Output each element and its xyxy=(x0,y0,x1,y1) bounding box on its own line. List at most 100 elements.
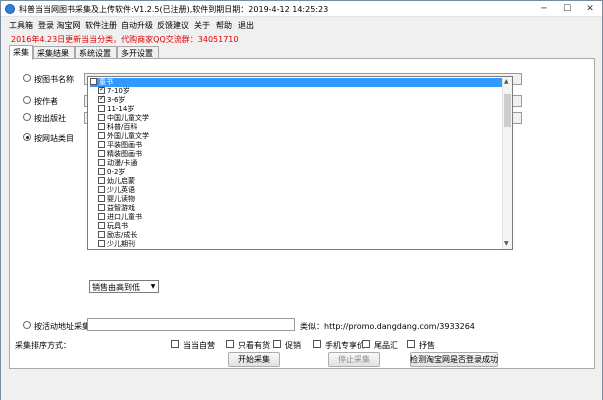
label-tail-goods: 尾品汇 xyxy=(374,341,398,350)
minimize-button[interactable]: ─ xyxy=(533,1,555,17)
category-label: 玩具书 xyxy=(107,222,128,230)
menu-about[interactable]: 关于 xyxy=(194,20,210,31)
category-label: 科普/百科 xyxy=(107,123,138,131)
checkbox-icon[interactable] xyxy=(98,177,105,184)
list-item[interactable]: 外国儿童文学 xyxy=(98,132,510,141)
radio-by-title[interactable] xyxy=(23,74,31,82)
list-item[interactable]: 中国儿童文学 xyxy=(98,114,510,123)
scroll-up-icon[interactable]: ▲ xyxy=(504,78,509,85)
list-item[interactable]: 玩具书 xyxy=(98,222,510,231)
checkbox-icon[interactable] xyxy=(98,204,105,211)
activity-url-input[interactable] xyxy=(87,318,295,331)
scroll-down-icon[interactable]: ▼ xyxy=(504,240,509,247)
list-item[interactable]: 0-2岁 xyxy=(98,168,510,177)
checkbox-tail-goods[interactable] xyxy=(362,340,370,348)
checkbox-icon[interactable] xyxy=(98,213,105,220)
category-label: 精装图画书 xyxy=(107,150,142,158)
menu-login-taobao[interactable]: 登录 淘宝网 xyxy=(38,20,81,31)
checkbox-sell[interactable] xyxy=(407,340,415,348)
label-in-stock: 只看有货 xyxy=(238,341,270,350)
menu-toolbox[interactable]: 工具箱 xyxy=(9,20,33,31)
checkbox-icon[interactable] xyxy=(98,231,105,238)
category-label: 动漫/卡通 xyxy=(107,159,138,167)
checkbox-icon[interactable] xyxy=(98,150,105,157)
category-label: 幼儿启蒙 xyxy=(107,177,135,185)
checkbox-icon[interactable] xyxy=(98,186,105,193)
checkbox-icon[interactable] xyxy=(98,195,105,202)
label-by-category: 按网站类目 xyxy=(34,134,74,143)
checkbox-icon[interactable] xyxy=(98,94,105,103)
category-label: 益智游戏 xyxy=(107,204,135,212)
list-item[interactable]: 少儿期刊 xyxy=(98,240,510,249)
label-sell: 抒售 xyxy=(419,341,435,350)
category-label: 外国儿童文学 xyxy=(107,132,149,140)
chevron-down-icon[interactable]: ▼ xyxy=(148,281,158,292)
list-item[interactable]: 精装图画书 xyxy=(98,150,510,159)
category-label: 少儿英语 xyxy=(107,186,135,194)
list-item[interactable]: 进口儿童书 xyxy=(98,213,510,222)
checkbox-icon[interactable] xyxy=(98,114,105,121)
stop-collect-button[interactable]: 停止采集 xyxy=(328,352,380,367)
checkbox-icon[interactable] xyxy=(98,123,105,130)
menu-help[interactable]: 帮助 xyxy=(216,20,232,31)
radio-by-publisher[interactable] xyxy=(23,113,31,121)
category-tree[interactable]: 童书 7-10岁 3-6岁 11-14岁 中国儿童文学 科普/百科 外国儿童文学… xyxy=(87,76,513,250)
tab-collect[interactable]: 采集 xyxy=(9,45,33,60)
checkbox-icon[interactable] xyxy=(98,240,105,247)
list-item[interactable]: 幼儿启蒙 xyxy=(98,177,510,186)
checkbox-icon[interactable] xyxy=(98,105,105,112)
menu-register[interactable]: 软件注册 xyxy=(85,20,117,31)
checkbox-in-stock[interactable] xyxy=(226,340,234,348)
list-item[interactable]: 童书 xyxy=(90,78,502,87)
list-item[interactable]: 婴儿读物 xyxy=(98,195,510,204)
maximize-button[interactable]: ☐ xyxy=(556,1,578,17)
menu-exit[interactable]: 退出 xyxy=(238,20,254,31)
checkbox-icon[interactable] xyxy=(98,141,105,148)
menu-auto-update[interactable]: 自动升级 xyxy=(121,20,153,31)
title-bar[interactable]: 科普当当网图书采集及上传软件:V1.2.5(已注册),软件到期日期：2019-4… xyxy=(1,1,602,17)
checkbox-icon[interactable] xyxy=(98,168,105,175)
label-by-activity: 按活动地址采集 xyxy=(34,322,90,331)
sort-select[interactable]: 销售由高到低 ▼ xyxy=(89,280,159,293)
label-by-publisher: 按出版社 xyxy=(34,114,66,123)
scroll-thumb[interactable] xyxy=(504,94,511,127)
label-by-title: 按图书名称 xyxy=(34,75,74,84)
list-item[interactable]: 7-10岁 xyxy=(98,85,510,96)
status-bar xyxy=(1,373,602,400)
check-taobao-login-button[interactable]: 检测淘宝网是否登录成功 xyxy=(410,352,498,367)
list-item[interactable]: 科普/百科 xyxy=(98,123,510,132)
list-item[interactable]: 少儿英语 xyxy=(98,186,510,195)
app-icon xyxy=(5,4,15,14)
menu-feedback[interactable]: 反馈建议 xyxy=(157,20,189,31)
category-label: 7-10岁 xyxy=(107,87,130,95)
activity-url-example: 类似：http://promo.dangdang.com/3933264 xyxy=(300,322,475,331)
radio-by-activity[interactable] xyxy=(23,321,31,329)
checkbox-icon[interactable] xyxy=(90,78,97,85)
checkbox-promotion[interactable] xyxy=(273,340,281,348)
list-item[interactable]: 3-6岁 xyxy=(98,94,510,105)
update-notice: 2016年4.23日更新当当分类，代购商家QQ交流群：34051710 xyxy=(11,35,239,44)
list-item[interactable]: 励志/成长 xyxy=(98,231,510,240)
list-item[interactable]: 平装图画书 xyxy=(98,141,510,150)
category-label: 进口儿童书 xyxy=(107,213,142,221)
category-label: 励志/成长 xyxy=(107,231,138,239)
category-label: 婴儿读物 xyxy=(107,195,135,203)
list-item[interactable]: 11-14岁 xyxy=(98,105,510,114)
category-scrollbar[interactable]: ▲ ▼ xyxy=(502,77,512,249)
menu-bar: 工具箱 登录 淘宝网 软件注册 自动升级 反馈建议 关于 帮助 退出 xyxy=(1,18,602,31)
radio-by-author[interactable] xyxy=(23,96,31,104)
checkbox-icon[interactable] xyxy=(98,85,105,94)
close-button[interactable]: ✕ xyxy=(579,1,601,17)
label-promotion: 促销 xyxy=(285,341,301,350)
checkbox-dangdang-self[interactable] xyxy=(171,340,179,348)
start-collect-button[interactable]: 开始采集 xyxy=(228,352,280,367)
sort-selected-value: 销售由高到低 xyxy=(92,283,140,292)
list-item[interactable]: 益智游戏 xyxy=(98,204,510,213)
category-label: 中国儿童文学 xyxy=(107,114,149,122)
list-item[interactable]: 动漫/卡通 xyxy=(98,159,510,168)
radio-by-category[interactable] xyxy=(23,133,31,141)
checkbox-icon[interactable] xyxy=(98,159,105,166)
checkbox-icon[interactable] xyxy=(98,222,105,229)
checkbox-icon[interactable] xyxy=(98,132,105,139)
checkbox-mobile-price[interactable] xyxy=(313,340,321,348)
